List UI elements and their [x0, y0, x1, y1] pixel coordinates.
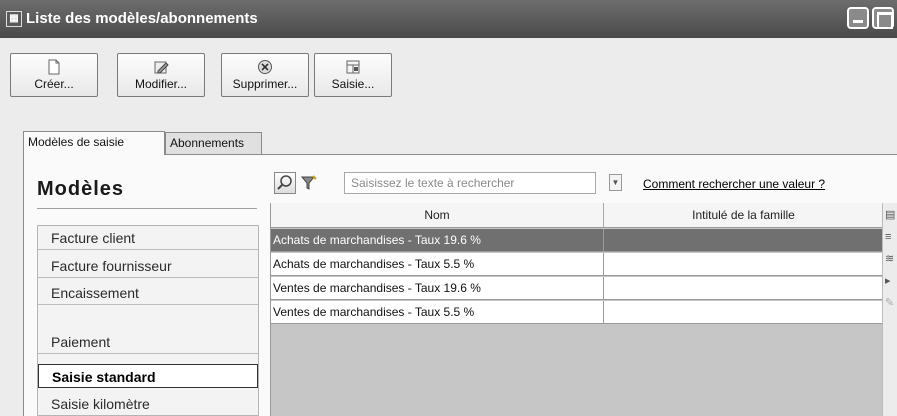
- search-dropdown-button[interactable]: ▼: [609, 174, 622, 191]
- maximize-button[interactable]: [872, 7, 894, 29]
- cell-name: Ventes de marchandises - Taux 19.6 %: [271, 277, 604, 299]
- window-titlebar: ▦ Liste des modèles/abonnements: [0, 0, 897, 38]
- cell-name: Achats de marchandises - Taux 5.5 %: [271, 253, 604, 275]
- grid-side-toolbar: ▤ ≡ ≋ ▸ ✎: [882, 203, 897, 416]
- filter-funnel-icon[interactable]: [300, 174, 318, 192]
- pencil-icon[interactable]: ✎: [885, 297, 897, 309]
- window-title: Liste des modèles/abonnements: [26, 10, 258, 27]
- column-header-family[interactable]: Intitulé de la famille: [604, 203, 883, 228]
- delete-button[interactable]: Supprimer...: [221, 53, 309, 97]
- table-row[interactable]: Ventes de marchandises - Taux 19.6 %: [271, 277, 883, 300]
- model-list: Facture client Facture fournisseur Encai…: [37, 225, 259, 416]
- cell-name: Achats de marchandises - Taux 19.6 %: [271, 229, 604, 251]
- model-item-payment[interactable]: Paiement: [38, 330, 258, 354]
- model-item-customer-invoice[interactable]: Facture client: [38, 226, 258, 250]
- app-grid-icon: ▦: [6, 11, 22, 27]
- table-row[interactable]: Achats de marchandises - Taux 19.6 %: [271, 229, 883, 252]
- cell-family: [604, 277, 883, 299]
- delete-button-label: Supprimer...: [232, 77, 298, 91]
- ledger-entry-icon: [346, 60, 360, 74]
- entry-button-label: Saisie...: [331, 77, 375, 91]
- models-grid: Nom Intitulé de la famille Achats de mar…: [270, 203, 897, 416]
- model-item-collection[interactable]: Encaissement: [38, 281, 258, 305]
- cell-family: [604, 301, 883, 323]
- create-button-label: Créer...: [34, 77, 74, 91]
- edit-button[interactable]: Modifier...: [117, 53, 205, 97]
- edit-button-label: Modifier...: [134, 77, 188, 91]
- magnifier-icon: [277, 175, 292, 190]
- search-bar: ▼ Comment rechercher une valeur ?: [270, 170, 897, 202]
- model-item-mileage-entry[interactable]: Saisie kilomètre: [38, 392, 258, 416]
- model-item-standard-entry[interactable]: Saisie standard: [38, 364, 258, 388]
- cell-family: [604, 229, 883, 251]
- grid-header: Nom Intitulé de la famille: [271, 203, 883, 228]
- cell-family: [604, 253, 883, 275]
- new-document-icon: [48, 59, 60, 75]
- search-button[interactable]: [274, 172, 296, 194]
- list-view-icon[interactable]: ≡: [885, 231, 897, 243]
- search-help-link[interactable]: Comment rechercher une valeur ?: [643, 177, 825, 191]
- model-item-supplier-invoice[interactable]: Facture fournisseur: [38, 254, 258, 278]
- search-input[interactable]: [344, 172, 596, 194]
- heading-divider: [37, 208, 257, 209]
- entry-button[interactable]: Saisie...: [314, 53, 392, 97]
- cell-name: Ventes de marchandises - Taux 5.5 %: [271, 301, 604, 323]
- table-row[interactable]: Achats de marchandises - Taux 5.5 %: [271, 253, 883, 276]
- column-header-name[interactable]: Nom: [271, 203, 604, 228]
- table-row[interactable]: Ventes de marchandises - Taux 5.5 %: [271, 301, 883, 324]
- create-button[interactable]: Créer...: [10, 53, 98, 97]
- edit-document-icon: [154, 61, 169, 74]
- tab-model-entries[interactable]: Modèles de saisie: [23, 131, 165, 155]
- layers-icon[interactable]: ≋: [885, 253, 897, 265]
- column-settings-icon[interactable]: ▤: [885, 209, 897, 221]
- minimize-button[interactable]: [847, 7, 869, 29]
- expand-arrow-icon[interactable]: ▸: [885, 275, 897, 287]
- delete-circle-icon: [258, 60, 272, 74]
- toolbar: Créer... Modifier... Supprimer... Saisie…: [0, 38, 897, 128]
- models-heading: Modèles: [37, 178, 125, 200]
- tab-subscriptions[interactable]: Abonnements: [165, 132, 262, 154]
